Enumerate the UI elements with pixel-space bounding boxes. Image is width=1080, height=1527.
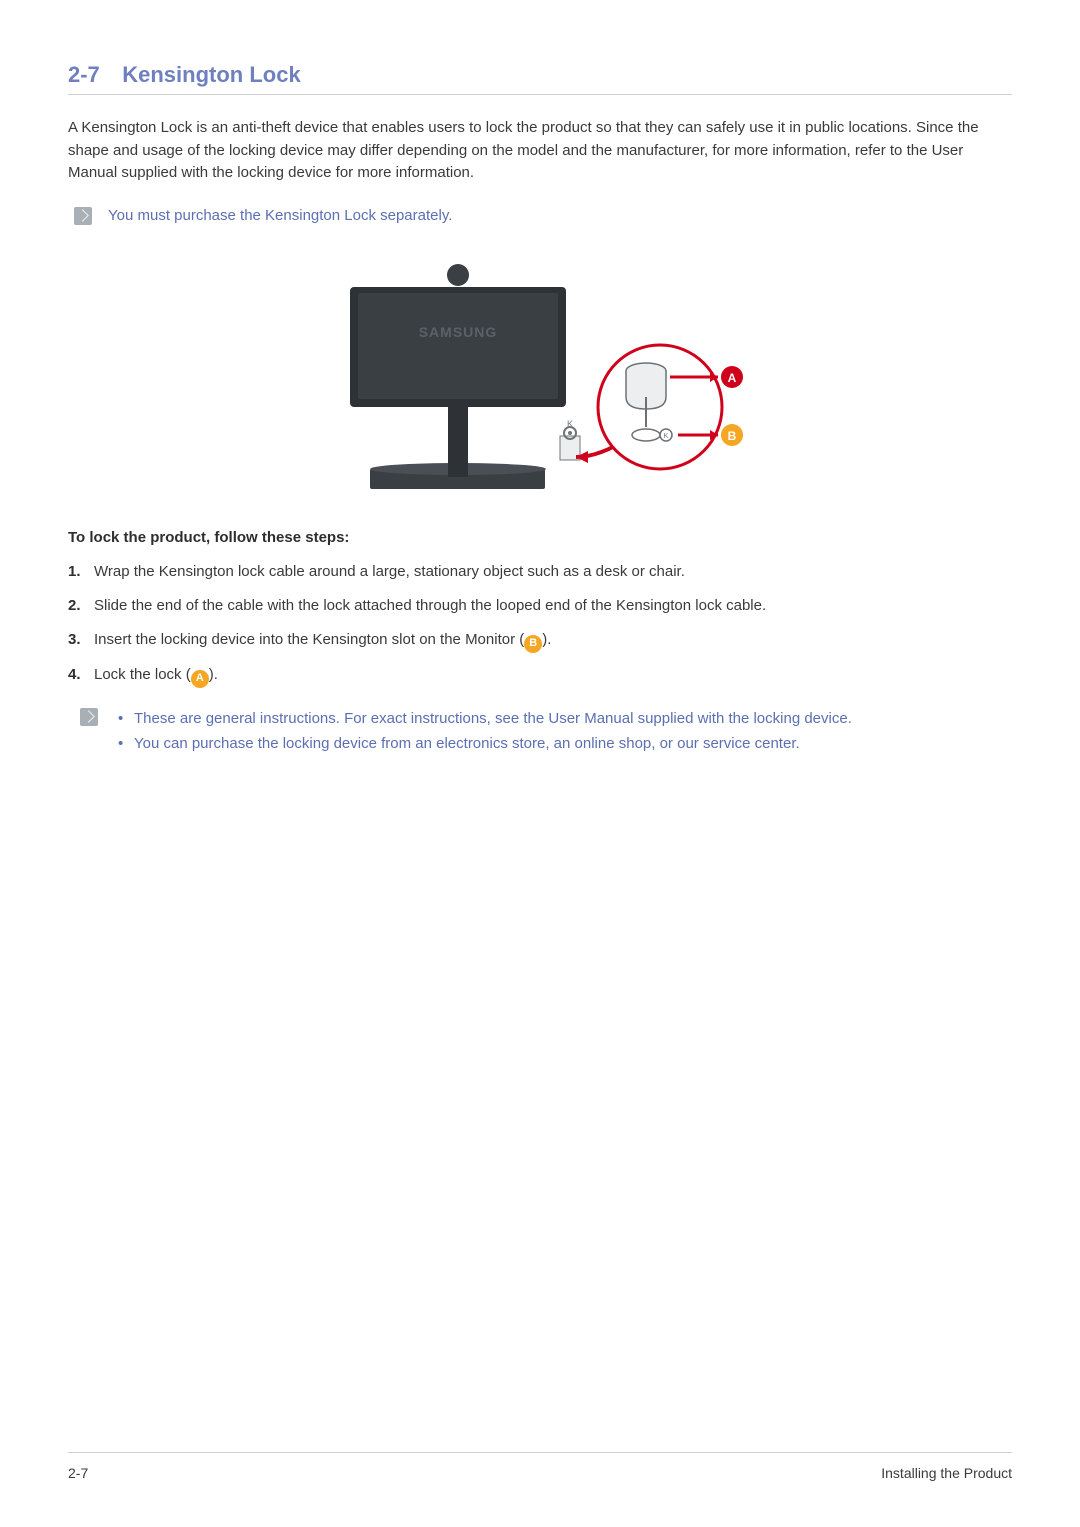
step-2-text: Slide the end of the cable with the lock… bbox=[94, 597, 766, 614]
step-4-post: ). bbox=[209, 666, 218, 683]
section-number: 2-7 bbox=[68, 62, 100, 88]
step-1-text: Wrap the Kensington lock cable around a … bbox=[94, 563, 685, 580]
note-text: You must purchase the Kensington Lock se… bbox=[108, 205, 452, 228]
section-header: 2-7 Kensington Lock bbox=[68, 62, 1012, 95]
brand-label: SAMSUNG bbox=[419, 324, 498, 340]
step-1: Wrap the Kensington lock cable around a … bbox=[68, 560, 1012, 584]
steps-list: Wrap the Kensington lock cable around a … bbox=[68, 560, 1012, 688]
note2-item-2: You can purchase the locking device from… bbox=[114, 731, 852, 757]
note2-item-1: These are general instructions. For exac… bbox=[114, 706, 852, 732]
step-3-post: ). bbox=[542, 631, 551, 648]
kensington-diagram-svg: SAMSUNG K K A bbox=[330, 247, 750, 507]
note-icon bbox=[80, 708, 98, 726]
notes-list: These are general instructions. For exac… bbox=[114, 706, 852, 757]
note-block-1: You must purchase the Kensington Lock se… bbox=[74, 205, 1012, 228]
figure-kensington-lock: SAMSUNG K K A bbox=[68, 247, 1012, 507]
page-footer: 2-7 Installing the Product bbox=[68, 1452, 1012, 1481]
note-icon bbox=[74, 207, 92, 225]
badge-a-inline: A bbox=[191, 670, 209, 688]
diagram-marker-b: B bbox=[728, 429, 737, 443]
intro-text: A Kensington Lock is an anti-theft devic… bbox=[68, 117, 1012, 185]
badge-b-inline: B bbox=[524, 635, 542, 653]
note-block-2: These are general instructions. For exac… bbox=[80, 706, 1012, 757]
footer-page-number: 2-7 bbox=[68, 1465, 88, 1481]
step-4-pre: Lock the lock ( bbox=[94, 666, 191, 683]
step-3-pre: Insert the locking device into the Kensi… bbox=[94, 631, 524, 648]
steps-title: To lock the product, follow these steps: bbox=[68, 529, 1012, 546]
diagram-marker-a: A bbox=[728, 371, 737, 385]
step-3: Insert the locking device into the Kensi… bbox=[68, 628, 1012, 653]
step-2: Slide the end of the cable with the lock… bbox=[68, 594, 1012, 618]
svg-text:K: K bbox=[567, 419, 573, 429]
section-title: Kensington Lock bbox=[122, 62, 300, 87]
step-4: Lock the lock (A). bbox=[68, 663, 1012, 688]
svg-text:K: K bbox=[664, 433, 669, 440]
footer-chapter-title: Installing the Product bbox=[881, 1465, 1012, 1481]
